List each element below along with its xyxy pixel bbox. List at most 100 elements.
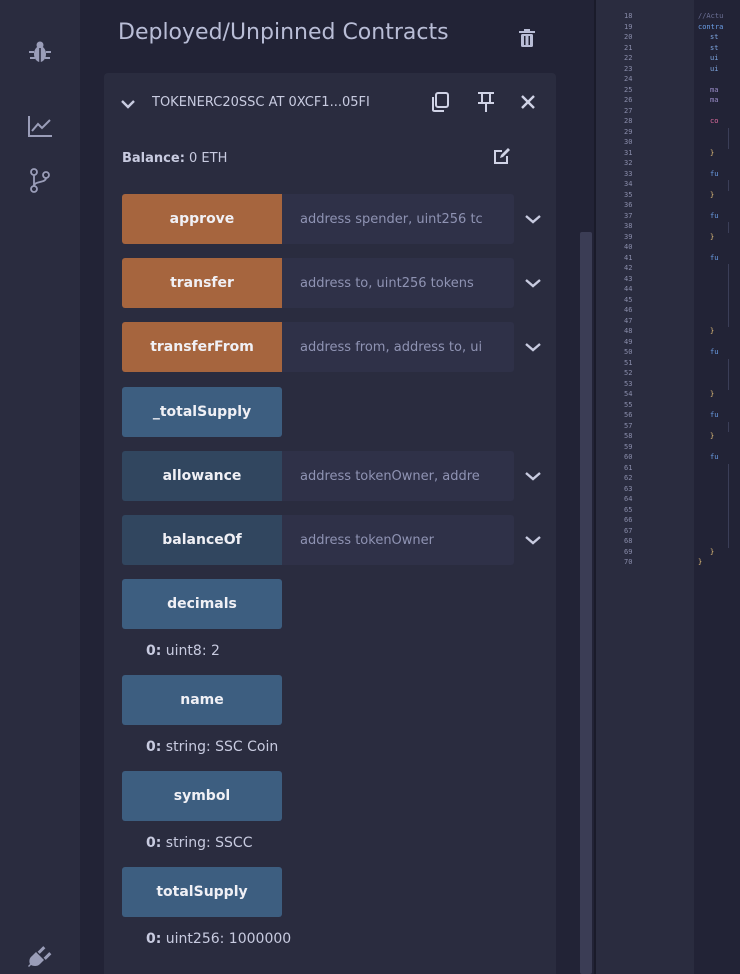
result-value: string: SSCC [165, 835, 253, 851]
code-line: fu [710, 169, 719, 178]
line-number: 61 [624, 463, 633, 472]
allowance-input[interactable]: address tokenOwner, addre [282, 451, 514, 501]
code-line: ma [710, 96, 719, 104]
transferfrom-input[interactable]: address from, address to, ui [282, 322, 514, 372]
code-line: ma [710, 85, 719, 94]
allowance-button[interactable]: allowance [122, 451, 282, 501]
line-number: 18 [624, 12, 633, 20]
code-line: } [710, 190, 715, 199]
line-number: 49 [624, 337, 633, 346]
approve-button[interactable]: approve [122, 194, 282, 244]
balance: Balance: 0 ETH [122, 151, 227, 166]
line-number: 59 [624, 442, 633, 451]
line-number: 60 [624, 453, 633, 461]
pin-icon[interactable] [472, 88, 500, 116]
totalsupply-result: 0: uint256: 1000000 [146, 931, 291, 947]
decimals-button[interactable]: decimals [122, 579, 282, 629]
chevron-down-icon[interactable] [522, 322, 544, 372]
code-line: } [710, 432, 715, 440]
line-gutter: 18 19 20 21 22 23 24 25 26 27 28 29 30 31 32 33 34 35 36 37… [596, 0, 694, 974]
line-number: 58 [624, 432, 633, 440]
indent-guide [728, 264, 729, 327]
indent-guide [728, 463, 729, 548]
line-number: 65 [624, 505, 633, 514]
code-line: st [710, 33, 719, 41]
line-number: 35 [624, 190, 633, 199]
name-button[interactable]: name [122, 675, 282, 725]
line-number: 34 [624, 180, 633, 188]
line-number: 24 [624, 75, 633, 83]
line-number: 70 [624, 558, 633, 566]
icon-panel [0, 0, 80, 974]
line-number: 27 [624, 106, 633, 115]
contract-expand-toggle[interactable] [120, 88, 136, 120]
line-number: 40 [624, 243, 633, 251]
indent-guide [728, 421, 729, 432]
edit-icon[interactable] [492, 146, 512, 170]
transfer-input[interactable]: address to, uint256 tokens [282, 258, 514, 308]
code-line: fu [710, 348, 719, 356]
plug-icon[interactable] [24, 940, 56, 972]
code-line: contra [698, 22, 724, 31]
code-line: fu [710, 411, 719, 419]
balance-label: Balance: [122, 151, 185, 166]
line-number: 19 [624, 22, 633, 31]
code-line: } [710, 390, 715, 398]
line-number: 26 [624, 96, 633, 104]
debug-icon[interactable] [24, 36, 56, 68]
line-number: 38 [624, 222, 633, 230]
close-icon[interactable] [514, 88, 542, 116]
chevron-down-icon[interactable] [522, 451, 544, 501]
line-number: 53 [624, 379, 633, 388]
line-number: 21 [624, 43, 633, 52]
indent-guide [728, 127, 729, 149]
line-number: 52 [624, 369, 633, 377]
line-number: 39 [624, 232, 633, 241]
chevron-down-icon[interactable] [522, 515, 544, 565]
line-number: 37 [624, 211, 633, 220]
code-area[interactable]: //Actu contra st st ui ui ma ma co} fu} fu} fu} fu} f… [694, 0, 740, 974]
symbol-button[interactable]: symbol [122, 771, 282, 821]
line-number: 25 [624, 85, 633, 94]
name-result: 0: string: SSC Coin [146, 739, 278, 755]
line-number: 22 [624, 54, 633, 62]
line-number: 68 [624, 537, 633, 545]
chevron-down-icon[interactable] [522, 258, 544, 308]
line-number: 33 [624, 169, 633, 178]
chevron-down-icon[interactable] [522, 194, 544, 244]
transfer-button[interactable]: transfer [122, 258, 282, 308]
line-number: 44 [624, 285, 633, 293]
line-number: 32 [624, 159, 633, 167]
code-editor[interactable]: 18 19 20 21 22 23 24 25 26 27 28 29 30 31 32 33 34 35 36 37… [596, 0, 740, 974]
line-number: 47 [624, 316, 633, 325]
chevron-down-icon [121, 100, 135, 109]
code-line: //Actu [698, 12, 724, 20]
totalsupply-button[interactable]: totalSupply [122, 867, 282, 917]
line-number: 36 [624, 201, 633, 209]
git-branch-icon[interactable] [24, 164, 56, 196]
result-index: 0: [146, 931, 162, 947]
line-number: 50 [624, 348, 633, 356]
transferfrom-button[interactable]: transferFrom [122, 322, 282, 372]
symbol-result: 0: string: SSCC [146, 835, 252, 851]
decimals-result: 0: uint8: 2 [146, 643, 220, 659]
result-value: uint8: 2 [165, 643, 220, 659]
indent-guide [728, 358, 729, 390]
line-number: 20 [624, 33, 633, 41]
scrollbar-thumb[interactable] [580, 232, 592, 974]
code-line: } [698, 558, 703, 566]
chart-icon[interactable] [24, 110, 56, 142]
line-number: 42 [624, 264, 633, 272]
line-number: 55 [624, 400, 633, 409]
trash-icon[interactable] [518, 28, 536, 52]
totalsupply-underscore-button[interactable]: _totalSupply [122, 387, 282, 437]
approve-input[interactable]: address spender, uint256 tc [282, 194, 514, 244]
balanceof-input[interactable]: address tokenOwner [282, 515, 514, 565]
line-number: 56 [624, 411, 633, 419]
copy-icon[interactable] [426, 88, 454, 116]
line-number: 69 [624, 547, 633, 556]
code-line: fu [710, 211, 719, 220]
result-value: uint256: 1000000 [165, 931, 292, 947]
balanceof-button[interactable]: balanceOf [122, 515, 282, 565]
line-number: 41 [624, 253, 633, 262]
